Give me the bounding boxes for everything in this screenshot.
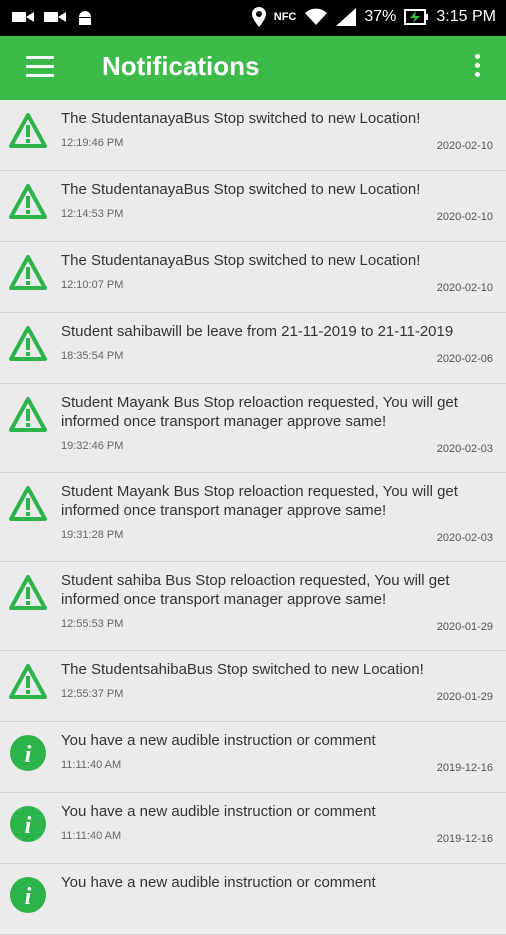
status-bar: NFC 37% 3:15 PM (0, 0, 506, 36)
notification-date: 2020-01-29 (436, 691, 493, 703)
notification-item[interactable]: Student sahiba Bus Stop reloaction reque… (0, 562, 506, 651)
notification-date: 2020-02-03 (436, 532, 493, 544)
notification-item[interactable]: Student sahibawill be leave from 21-11-2… (0, 313, 506, 384)
notification-date: 2020-01-29 (436, 621, 493, 633)
notification-item[interactable]: The StudentanayaBus Stop switched to new… (0, 100, 506, 171)
notification-message: You have a new audible instruction or co… (61, 874, 376, 891)
wifi-icon (305, 8, 328, 25)
notification-message: Student sahiba Bus Stop reloaction reque… (61, 572, 450, 608)
notification-item[interactable]: i You have a new audible instruction or c… (0, 793, 506, 864)
notification-time: 19:32:46 PM (61, 440, 124, 452)
status-left-icons (12, 8, 94, 26)
svg-text:i: i (25, 742, 32, 768)
notification-message: The StudentanayaBus Stop switched to new… (61, 181, 421, 198)
clock: 3:15 PM (436, 8, 496, 25)
page-title: Notifications (102, 51, 260, 81)
info-icon: i (9, 805, 47, 843)
notification-time: 12:19:46 PM (61, 137, 124, 149)
notification-time: 19:31:28 PM (61, 529, 124, 541)
notification-date: 2020-02-10 (436, 282, 493, 294)
notification-time: 18:35:54 PM (61, 350, 124, 362)
status-right-icons: NFC 37% 3:15 PM (251, 7, 496, 27)
battery-charging-icon (404, 9, 429, 25)
notification-time: 12:55:53 PM (61, 618, 124, 630)
video-camera-icon (44, 12, 66, 22)
notification-date: 2020-02-03 (436, 443, 493, 455)
warning-icon (9, 485, 47, 523)
notification-message: Student Mayank Bus Stop reloaction reque… (61, 483, 458, 519)
warning-icon (9, 112, 47, 150)
warning-icon (9, 574, 47, 612)
battery-percent: 37% (364, 8, 397, 25)
signal-icon (336, 8, 357, 26)
more-options-icon[interactable] (472, 54, 482, 84)
warning-icon (9, 183, 47, 221)
warning-icon (9, 254, 47, 292)
notification-item[interactable]: i You have a new audible instruction or c… (0, 722, 506, 793)
notification-message: Student Mayank Bus Stop reloaction reque… (61, 394, 458, 430)
android-icon (79, 11, 91, 25)
svg-text:i: i (25, 884, 32, 910)
notification-date: 2020-02-10 (436, 211, 493, 223)
notification-date: 2020-02-10 (436, 140, 493, 152)
notification-list: The StudentanayaBus Stop switched to new… (0, 100, 506, 935)
notification-item[interactable]: The StudentanayaBus Stop switched to new… (0, 242, 506, 313)
notification-item[interactable]: Student Mayank Bus Stop reloaction reque… (0, 384, 506, 473)
notification-item[interactable]: Student Mayank Bus Stop reloaction reque… (0, 473, 506, 562)
info-icon: i (9, 876, 47, 914)
notification-time: 12:14:53 PM (61, 208, 124, 220)
location-icon (251, 7, 266, 27)
notification-date: 2019-12-16 (436, 762, 493, 774)
svg-text:i: i (25, 813, 32, 839)
notification-time: 12:55:37 PM (61, 688, 124, 700)
notification-message: The StudentsahibaBus Stop switched to ne… (61, 661, 424, 678)
nfc-indicator: NFC (273, 11, 297, 23)
notification-date: 2019-12-16 (436, 833, 493, 845)
warning-icon (9, 325, 47, 363)
warning-icon (9, 663, 47, 701)
notification-message: You have a new audible instruction or co… (61, 732, 376, 749)
video-camera-icon (12, 12, 34, 22)
notification-message: The StudentanayaBus Stop switched to new… (61, 110, 421, 127)
notification-message: Student sahibawill be leave from 21-11-2… (61, 323, 454, 340)
info-icon: i (9, 734, 47, 772)
notification-item[interactable]: The StudentanayaBus Stop switched to new… (0, 171, 506, 242)
notification-message: The StudentanayaBus Stop switched to new… (61, 252, 421, 269)
notification-time: 11:11:40 AM (61, 830, 122, 842)
notification-message: You have a new audible instruction or co… (61, 803, 376, 820)
app-bar: Notifications (0, 36, 506, 100)
notification-time: 12:10:07 PM (61, 279, 124, 291)
hamburger-menu-icon[interactable] (26, 56, 54, 78)
notification-item[interactable]: The StudentsahibaBus Stop switched to ne… (0, 651, 506, 722)
notification-time: 11:11:40 AM (61, 759, 122, 771)
notification-date: 2020-02-06 (436, 353, 493, 365)
warning-icon (9, 396, 47, 434)
